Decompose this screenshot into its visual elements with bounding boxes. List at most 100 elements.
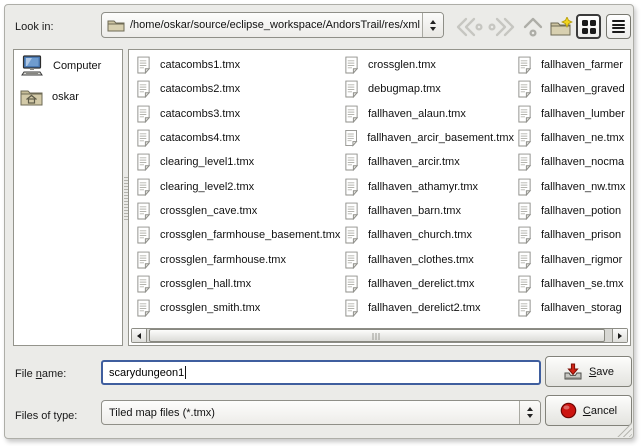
new-folder-icon — [549, 17, 573, 37]
grid-view-icon — [582, 20, 596, 34]
file-name-text: fallhaven_arcir.tmx — [368, 156, 460, 168]
list-view-icon — [612, 20, 625, 33]
file-item[interactable]: fallhaven_farmer — [517, 53, 631, 77]
scrollbar-thumb[interactable] — [149, 329, 605, 342]
file-item[interactable]: fallhaven_arcir.tmx — [344, 150, 514, 174]
back-button[interactable] — [455, 15, 483, 39]
scroll-right-button[interactable] — [612, 329, 627, 342]
cancel-button[interactable]: Cancel — [545, 395, 632, 426]
file-name-label: File name: — [15, 368, 66, 380]
file-name-text: fallhaven_athamyr.tmx — [368, 181, 478, 193]
file-item[interactable]: clearing_level2.tmx — [136, 174, 342, 198]
document-icon — [136, 178, 151, 196]
path-combobox[interactable]: /home/oskar/source/eclipse_workspace/And… — [101, 12, 444, 38]
file-item[interactable]: catacombs2.tmx — [136, 77, 342, 101]
file-item[interactable]: fallhaven_church.tmx — [344, 223, 514, 247]
file-item[interactable]: fallhaven_ne.tmx — [517, 126, 631, 150]
document-icon — [344, 80, 359, 98]
file-name-text: fallhaven_potion — [541, 205, 621, 217]
file-name-text: clearing_level2.tmx — [160, 181, 254, 193]
document-icon — [344, 202, 359, 220]
save-dialog: Look in: /home/oskar/source/eclipse_work… — [4, 4, 634, 439]
file-name-input[interactable]: scarydungeon1 — [101, 360, 541, 385]
document-icon — [517, 202, 532, 220]
file-item[interactable]: fallhaven_derelict2.tmx — [344, 296, 514, 320]
file-name-text: debugmap.tmx — [368, 83, 441, 95]
file-item[interactable]: debugmap.tmx — [344, 77, 514, 101]
file-item[interactable]: clearing_level1.tmx — [136, 150, 342, 174]
document-icon — [344, 56, 359, 74]
file-item[interactable]: fallhaven_graved — [517, 77, 631, 101]
file-item[interactable]: crossglen_smith.tmx — [136, 296, 342, 320]
file-name-text: crossglen_farmhouse.tmx — [160, 254, 286, 266]
look-in-label: Look in: — [15, 21, 54, 33]
file-item[interactable]: catacombs1.tmx — [136, 53, 342, 77]
file-type-combobox[interactable]: Tiled map files (*.tmx) — [101, 400, 541, 425]
file-item[interactable]: fallhaven_alaun.tmx — [344, 102, 514, 126]
document-icon — [136, 153, 151, 171]
dropdown-arrows-icon[interactable] — [422, 13, 443, 37]
document-icon — [517, 178, 532, 196]
file-item[interactable]: crossglen.tmx — [344, 53, 514, 77]
file-item[interactable]: fallhaven_athamyr.tmx — [344, 174, 514, 198]
file-item[interactable]: fallhaven_clothes.tmx — [344, 247, 514, 271]
file-name-text: catacombs4.tmx — [160, 132, 240, 144]
file-name-text: fallhaven_church.tmx — [368, 229, 472, 241]
cancel-label: Cancel — [583, 405, 617, 417]
document-icon — [344, 129, 358, 147]
sidebar-item-home[interactable]: oskar — [14, 81, 122, 112]
file-item[interactable]: fallhaven_arcir_basement.tmx — [344, 126, 514, 150]
file-item[interactable]: fallhaven_prison — [517, 223, 631, 247]
file-item[interactable]: fallhaven_nw.tmx — [517, 174, 631, 198]
file-item[interactable]: fallhaven_storag — [517, 296, 631, 320]
new-folder-button[interactable] — [548, 15, 574, 39]
up-one-level-button[interactable] — [520, 15, 546, 39]
document-icon — [517, 153, 532, 171]
file-item[interactable]: fallhaven_lumber — [517, 102, 631, 126]
document-icon — [517, 275, 532, 293]
document-icon — [344, 275, 359, 293]
file-name-text: fallhaven_farmer — [541, 59, 623, 71]
file-name-value: scarydungeon1 — [109, 367, 184, 379]
file-name-text: fallhaven_barn.tmx — [368, 205, 461, 217]
file-item[interactable]: crossglen_cave.tmx — [136, 199, 342, 223]
file-item[interactable]: fallhaven_barn.tmx — [344, 199, 514, 223]
list-view-toggle[interactable] — [606, 14, 631, 39]
document-icon — [136, 129, 151, 147]
save-icon — [563, 363, 583, 380]
file-item[interactable]: fallhaven_rigmor — [517, 247, 631, 271]
file-name-text: catacombs3.tmx — [160, 108, 240, 120]
sidebar-item-label: Computer — [53, 60, 101, 72]
document-icon — [517, 80, 532, 98]
file-name-text: crossglen_cave.tmx — [160, 205, 257, 217]
document-icon — [517, 299, 532, 317]
document-icon — [344, 178, 359, 196]
document-icon — [136, 202, 151, 220]
thumb-grip-icon — [373, 333, 382, 340]
save-button[interactable]: Save — [545, 356, 632, 387]
file-list: catacombs1.tmx catacombs2.tmx — [128, 49, 631, 346]
file-item[interactable]: fallhaven_se.tmx — [517, 272, 631, 296]
forward-icon — [488, 16, 516, 38]
file-item[interactable]: fallhaven_derelict.tmx — [344, 272, 514, 296]
file-item[interactable]: catacombs3.tmx — [136, 102, 342, 126]
file-item[interactable]: fallhaven_nocma — [517, 150, 631, 174]
document-icon — [136, 275, 151, 293]
horizontal-scrollbar[interactable] — [131, 328, 628, 343]
file-name-text: fallhaven_ne.tmx — [541, 132, 624, 144]
cancel-icon — [560, 402, 577, 419]
file-item[interactable]: catacombs4.tmx — [136, 126, 342, 150]
document-icon — [517, 226, 532, 244]
file-column-2: crossglen.tmx debugmap.tmx — [344, 53, 514, 320]
file-name-text: crossglen_farmhouse_basement.tmx — [160, 229, 340, 241]
file-item[interactable]: crossglen_hall.tmx — [136, 272, 342, 296]
document-icon — [344, 251, 359, 269]
dropdown-arrows-icon[interactable] — [519, 401, 540, 424]
file-item[interactable]: crossglen_farmhouse.tmx — [136, 247, 342, 271]
scroll-left-button[interactable] — [132, 329, 147, 342]
file-item[interactable]: crossglen_farmhouse_basement.tmx — [136, 223, 342, 247]
sidebar-item-computer[interactable]: Computer — [14, 50, 122, 81]
forward-button[interactable] — [488, 15, 516, 39]
grid-view-toggle[interactable] — [576, 14, 601, 39]
file-item[interactable]: fallhaven_potion — [517, 199, 631, 223]
